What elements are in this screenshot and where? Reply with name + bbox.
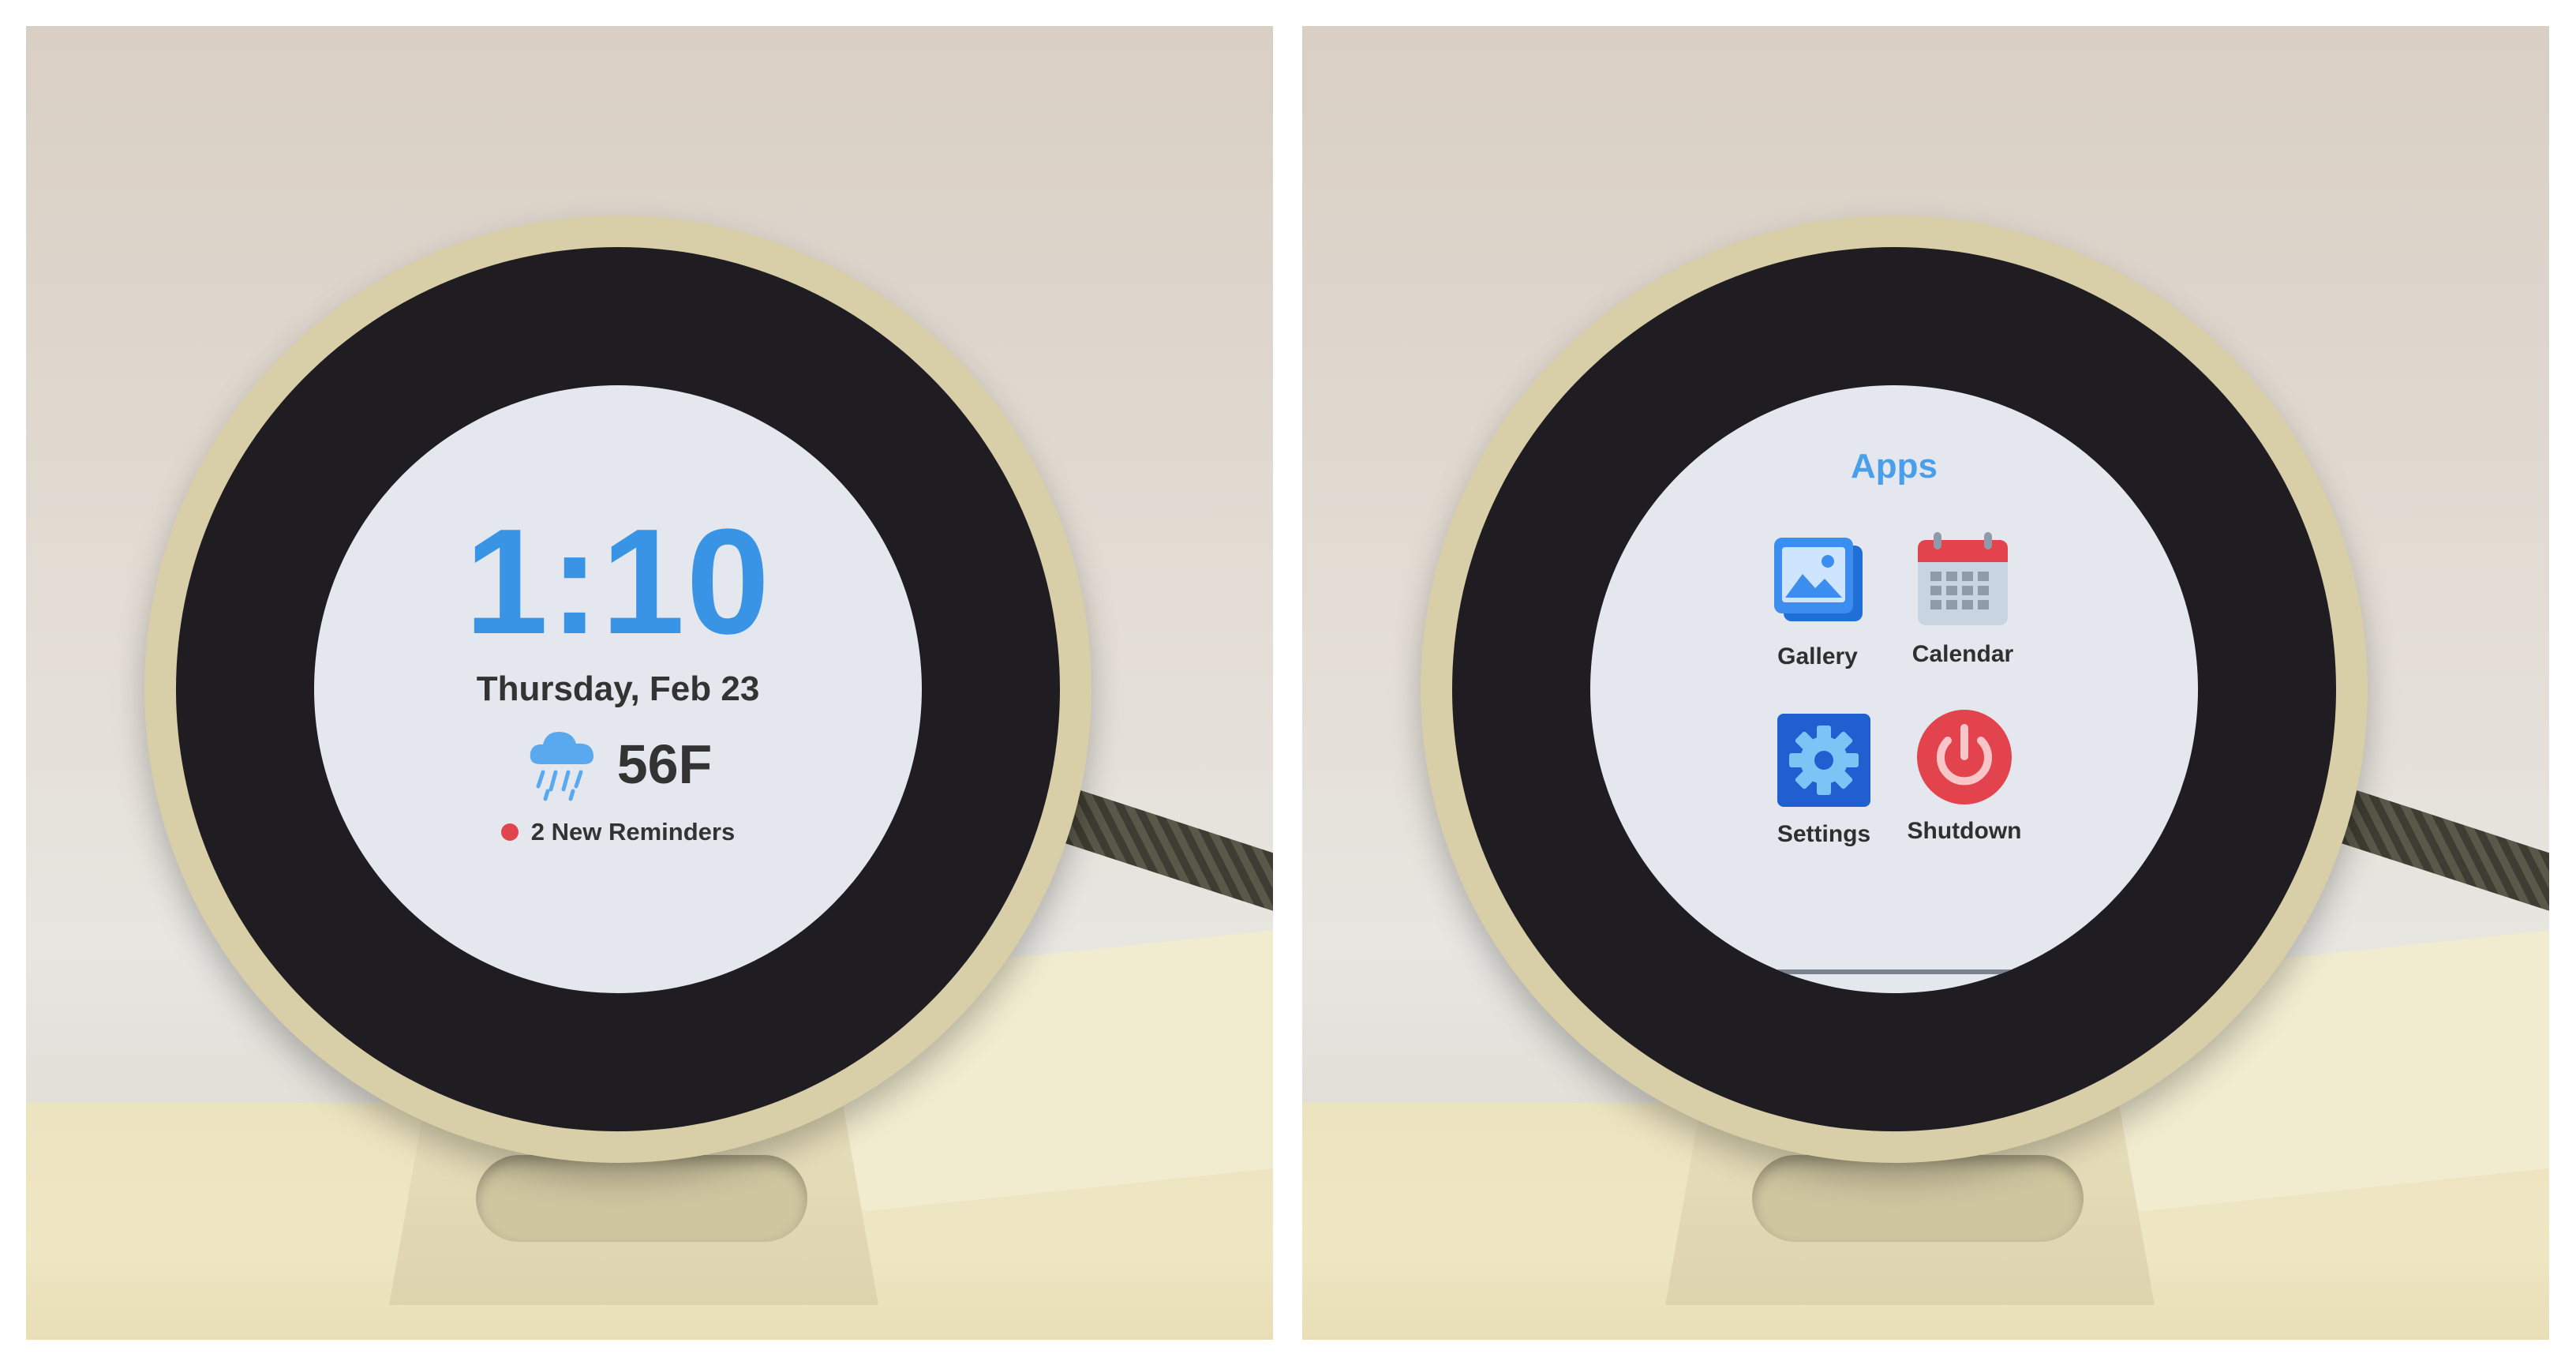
clock-screen[interactable]: 1:10 Thursday, Feb 23 56F 2 New Reminder… [314,385,922,993]
photo-apps-screen: Apps Gallery Calendar Settings Shutdown [1302,26,2549,1340]
device-bezel: 1:10 Thursday, Feb 23 56F 2 New Reminder… [176,247,1060,1131]
clock-time: 1:10 [464,498,772,666]
stand-slot [476,1155,807,1242]
app-settings[interactable]: Settings [1745,709,1903,848]
reminders-text: 2 New Reminders [530,818,736,846]
app-label: Gallery [1777,643,1858,669]
home-indicator-bar [1732,969,2056,974]
app-label: Shutdown [1907,818,2022,844]
app-label: Calendar [1911,641,2014,667]
clock-date: Thursday, Feb 23 [476,669,760,708]
gallery-icon [1774,538,1863,621]
app-gallery[interactable]: Gallery [1739,531,1896,670]
photo-clock-screen: 1:10 Thursday, Feb 23 56F 2 New Reminder… [26,26,1273,1340]
rain-cloud-icon [530,731,593,801]
temperature: 56F [616,733,713,795]
reminders-notice[interactable]: 2 New Reminders [314,818,922,846]
gear-icon [1777,714,1870,807]
app-shutdown[interactable]: Shutdown [1885,706,2043,845]
device-shell: 1:10 Thursday, Feb 23 56F 2 New Reminder… [144,216,1091,1163]
stand-slot [1752,1155,2084,1242]
app-calendar[interactable]: Calendar [1884,529,2042,668]
device-shell: Apps Gallery Calendar Settings Shutdown [1421,216,2368,1163]
app-label: Settings [1777,821,1871,847]
apps-screen: Apps Gallery Calendar Settings Shutdown [1590,385,2198,993]
power-icon [1917,710,2012,804]
apps-title: Apps [1851,447,1938,486]
reminder-dot-icon [500,823,519,841]
device-bezel: Apps Gallery Calendar Settings Shutdown [1452,247,2336,1131]
weather-widget[interactable]: 56F [314,721,922,808]
calendar-icon [1918,532,2008,625]
